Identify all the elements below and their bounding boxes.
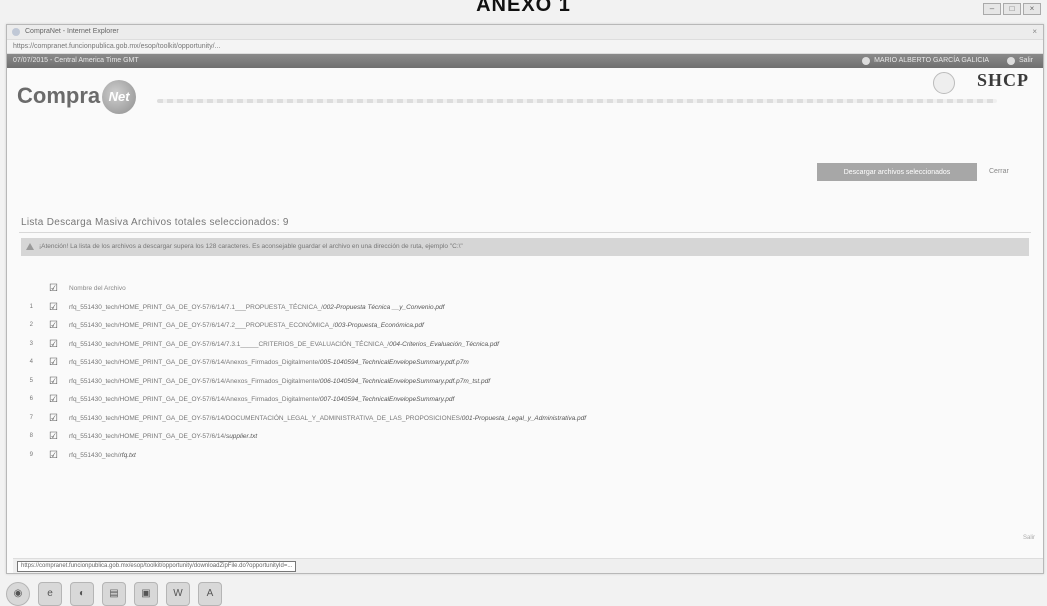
maximize-icon[interactable]: □ xyxy=(1003,3,1021,15)
close-icon[interactable]: × xyxy=(1023,3,1041,15)
file-row: 1 ☑ rfq_551430_tech/HOME_PRINT_GA_DE_OY-… xyxy=(21,300,1021,319)
compranet-logo[interactable]: Compra Net xyxy=(17,80,137,114)
file-row: 7 ☑ rfq_551430_tech/HOME_PRINT_GA_DE_OY-… xyxy=(21,411,1021,430)
column-header-filename: Nombre del Archivo xyxy=(69,285,126,292)
select-all-checkbox[interactable]: ☑ xyxy=(49,284,59,294)
logo-globe-icon: Net xyxy=(102,80,137,114)
file-checkbox[interactable]: ☑ xyxy=(49,302,59,313)
warning-icon xyxy=(26,243,34,250)
window-close-icon[interactable]: × xyxy=(1032,25,1037,39)
file-list-header: ☑ Nombre del Archivo xyxy=(21,281,1021,300)
file-row: 6 ☑ rfq_551430_tech/HOME_PRINT_GA_DE_OY-… xyxy=(21,392,1021,411)
taskbar: ◉ e ◐ ▤ ▣ W A xyxy=(0,580,1047,606)
exit-icon xyxy=(1006,57,1015,65)
section-divider xyxy=(19,232,1031,233)
file-row: 3 ☑ rfq_551430_tech/HOME_PRINT_GA_DE_OY-… xyxy=(21,337,1021,356)
row-number: 7 xyxy=(29,414,33,421)
row-number: 4 xyxy=(29,359,33,365)
file-checkbox[interactable]: ☑ xyxy=(49,395,59,405)
browser-window: CompraNet - Internet Explorer × https://… xyxy=(6,24,1044,574)
document-heading: ANEXO 1 xyxy=(476,0,571,16)
row-number: 3 xyxy=(29,340,33,347)
file-checkbox[interactable]: ☑ xyxy=(49,413,59,424)
file-checkbox[interactable]: ☑ xyxy=(49,432,59,442)
alert-text: ¡Atención! La lista de los archivos a de… xyxy=(39,243,463,250)
file-checkbox[interactable]: ☑ xyxy=(49,321,59,331)
file-path: rfq_551430_tech/HOME_PRINT_GA_DE_OY-57/6… xyxy=(69,414,587,422)
minimize-icon[interactable]: – xyxy=(983,3,1001,15)
file-row: 2 ☑ rfq_551430_tech/HOME_PRINT_GA_DE_OY-… xyxy=(21,318,1021,337)
side-exit-label[interactable]: Salir xyxy=(1023,535,1035,541)
download-selected-button[interactable]: Descargar archivos seleccionados xyxy=(817,163,977,181)
word-task-icon[interactable]: W xyxy=(166,582,190,606)
row-number: 5 xyxy=(29,377,33,384)
file-row: 9 ☑ rfq_551430_tech/rfq.txt xyxy=(21,448,1021,467)
exit-link[interactable]: Salir xyxy=(1006,54,1033,68)
section-title: Lista Descarga Masiva Archivos totales s… xyxy=(21,217,289,228)
file-row: 4 ☑ rfq_551430_tech/HOME_PRINT_GA_DE_OY-… xyxy=(21,355,1021,374)
row-number: 1 xyxy=(29,303,33,310)
site-header: Compra Net SHCP xyxy=(7,68,1043,126)
document-task-icon[interactable]: ▣ xyxy=(134,582,158,606)
agency-emblem-icon xyxy=(933,72,955,94)
file-path: rfq_551430_tech/HOME_PRINT_GA_DE_OY-57/6… xyxy=(69,340,499,348)
agency-logo: SHCP xyxy=(976,70,1029,90)
file-path: rfq_551430_tech/HOME_PRINT_GA_DE_OY-57/6… xyxy=(69,359,469,366)
user-icon xyxy=(862,57,871,65)
start-icon[interactable]: ◉ xyxy=(6,582,30,606)
file-path: rfq_551430_tech/HOME_PRINT_GA_DE_OY-57/6… xyxy=(69,377,491,385)
row-number: 8 xyxy=(29,433,33,439)
file-checkbox[interactable]: ☑ xyxy=(49,450,59,461)
browser-statusbar: https://compranet.funcionpublica.gob.mx/… xyxy=(13,558,1043,573)
browser-titlebar: CompraNet - Internet Explorer × xyxy=(7,25,1043,40)
file-list: ☑ Nombre del Archivo 1 ☑ rfq_551430_tech… xyxy=(21,281,1021,466)
file-path: rfq_551430_tech/HOME_PRINT_GA_DE_OY-57/6… xyxy=(69,433,258,440)
exit-label: Salir xyxy=(1018,57,1033,64)
file-path: rfq_551430_tech/HOME_PRINT_GA_DE_OY-57/6… xyxy=(69,322,424,329)
file-checkbox[interactable]: ☑ xyxy=(49,339,59,350)
pdf-task-icon[interactable]: A xyxy=(198,582,222,606)
browser-task-icon[interactable]: e xyxy=(38,582,62,606)
chrome-task-icon[interactable]: ◐ xyxy=(70,582,94,606)
file-row: 5 ☑ rfq_551430_tech/HOME_PRINT_GA_DE_OY-… xyxy=(21,374,1021,393)
window-title: CompraNet - Internet Explorer xyxy=(25,28,119,35)
action-row: Descargar archivos seleccionados Cerrar xyxy=(7,163,1043,183)
user-name: MARIO ALBERTO GARCÍA GALICIA xyxy=(874,57,989,64)
row-number: 2 xyxy=(29,322,33,328)
file-checkbox[interactable]: ☑ xyxy=(49,376,59,387)
row-number: 9 xyxy=(29,451,33,458)
close-link[interactable]: Cerrar xyxy=(989,163,1009,181)
file-path: rfq_551430_tech/HOME_PRINT_GA_DE_OY-57/6… xyxy=(69,303,445,311)
browser-app-icon xyxy=(12,28,20,36)
warning-alert: ¡Atención! La lista de los archivos a de… xyxy=(21,238,1029,256)
outer-window-controls: – □ × xyxy=(983,3,1041,15)
folder-task-icon[interactable]: ▤ xyxy=(102,582,126,606)
row-number: 6 xyxy=(29,396,33,402)
file-path: rfq_551430_tech/rfq.txt xyxy=(69,451,136,459)
header-divider xyxy=(157,99,997,103)
address-bar[interactable]: https://compranet.funcionpublica.gob.mx/… xyxy=(7,40,1043,54)
site-topbar: 07/07/2015 - Central America Time GMT MA… xyxy=(7,54,1043,68)
user-menu[interactable]: MARIO ALBERTO GARCÍA GALICIA xyxy=(862,54,989,68)
topbar-date: 07/07/2015 - Central America Time GMT xyxy=(13,57,139,64)
logo-text: Compra xyxy=(17,82,101,108)
file-row: 8 ☑ rfq_551430_tech/HOME_PRINT_GA_DE_OY-… xyxy=(21,429,1021,448)
file-path: rfq_551430_tech/HOME_PRINT_GA_DE_OY-57/6… xyxy=(69,396,455,403)
status-url: https://compranet.funcionpublica.gob.mx/… xyxy=(17,561,297,572)
file-checkbox[interactable]: ☑ xyxy=(49,358,59,368)
